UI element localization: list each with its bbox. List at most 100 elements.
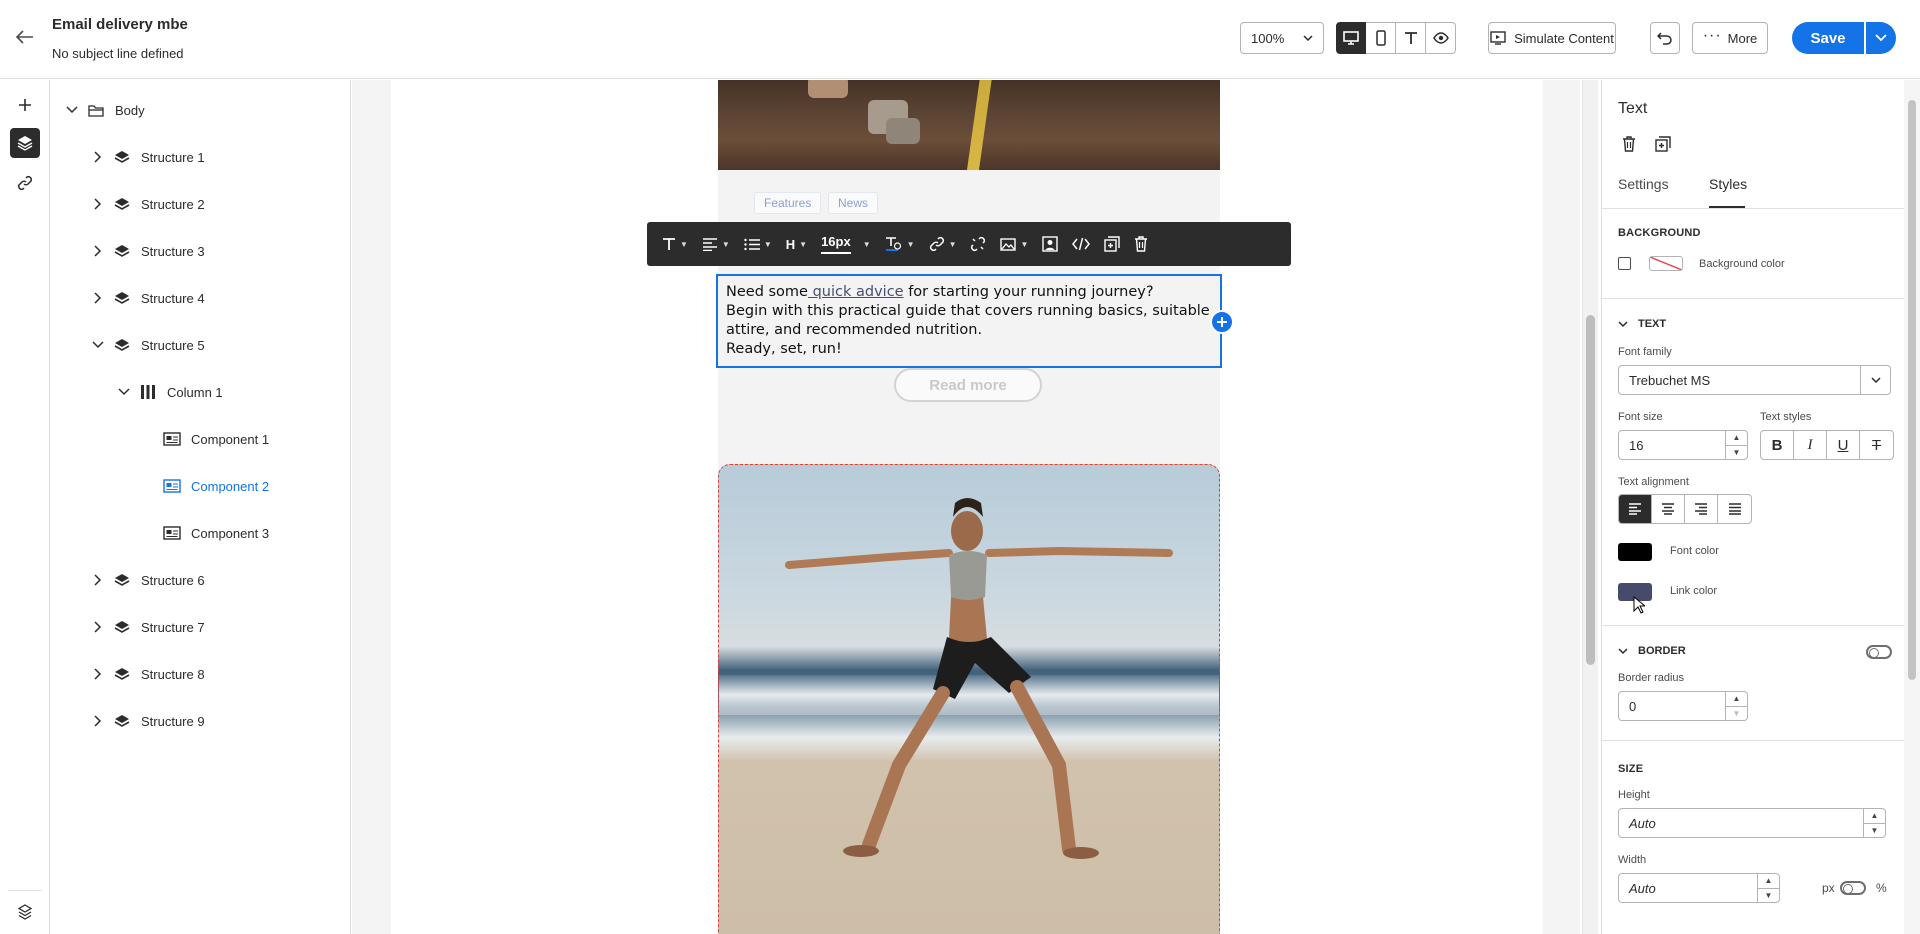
tree-item-column-1[interactable]: Column 1 — [117, 377, 223, 407]
increment-icon[interactable]: ▲ — [1726, 691, 1747, 707]
border-toggle[interactable] — [1866, 645, 1892, 659]
running-photo[interactable] — [718, 80, 1220, 170]
font-color-swatch[interactable] — [1618, 543, 1652, 561]
back-arrow-icon[interactable] — [14, 26, 36, 48]
simulate-content-button[interactable]: Simulate Content — [1488, 22, 1616, 54]
decrement-icon[interactable]: ▼ — [1726, 446, 1747, 461]
font-size-input[interactable]: 16 ▲ ▼ — [1618, 430, 1748, 460]
chevron-down-icon[interactable] — [1860, 366, 1890, 394]
background-checkbox[interactable] — [1618, 257, 1631, 270]
font-family-select[interactable]: Trebuchet MS — [1618, 365, 1891, 395]
tree-item-component-3[interactable]: Component 3 — [163, 518, 269, 548]
trash-icon[interactable] — [1618, 133, 1640, 155]
duplicate-icon[interactable] — [1652, 133, 1674, 155]
delete-button[interactable] — [1127, 229, 1155, 259]
align-right-icon[interactable] — [1685, 495, 1718, 523]
desktop-view-button[interactable] — [1336, 22, 1366, 54]
image-button[interactable]: ▼ — [993, 229, 1035, 259]
tree-item-structure-6[interactable]: Structure 6 — [91, 565, 205, 595]
bold-icon[interactable]: B — [1761, 431, 1794, 459]
selected-text-component[interactable]: Need some quick advice for starting your… — [716, 274, 1222, 368]
tree-item-structure-9[interactable]: Structure 9 — [91, 706, 205, 736]
text-view-button[interactable] — [1396, 22, 1426, 54]
personalize-button[interactable] — [1035, 229, 1065, 259]
canvas-scroll-thumb[interactable] — [1586, 315, 1595, 665]
add-icon[interactable] — [10, 90, 40, 120]
tree-item-structure-2[interactable]: Structure 2 — [91, 189, 205, 219]
tag-news[interactable]: News — [828, 192, 879, 214]
panel-scroll-thumb[interactable] — [1908, 100, 1916, 680]
tab-settings[interactable]: Settings — [1618, 176, 1669, 192]
quick-advice-link[interactable]: quick advice — [808, 284, 904, 300]
code-button[interactable] — [1065, 229, 1097, 259]
font-size-button[interactable]: 16px ▼ — [814, 229, 878, 259]
tree-item-component-1[interactable]: Component 1 — [163, 424, 269, 454]
chevron-right-icon[interactable] — [91, 714, 105, 728]
text-section-toggle[interactable]: TEXT — [1618, 318, 1666, 330]
link-button[interactable]: ▼ — [922, 229, 964, 259]
chevron-right-icon[interactable] — [91, 573, 105, 587]
increment-icon[interactable]: ▲ — [1726, 430, 1747, 446]
heading-button[interactable]: H ▼ — [779, 229, 814, 259]
mobile-view-button[interactable] — [1366, 22, 1396, 54]
align-justify-icon[interactable] — [1718, 495, 1751, 523]
layers-settings-icon[interactable] — [10, 897, 40, 927]
canvas-scrollbar[interactable] — [1582, 80, 1598, 934]
duplicate-button[interactable] — [1097, 229, 1127, 259]
width-input[interactable]: Auto ▲ ▼ — [1618, 873, 1780, 903]
layers-icon[interactable] — [10, 128, 40, 158]
decrement-icon[interactable]: ▼ — [1726, 707, 1747, 722]
undo-button[interactable] — [1650, 22, 1680, 54]
link-icon[interactable] — [10, 168, 40, 198]
chevron-right-icon[interactable] — [91, 197, 105, 211]
height-input[interactable]: Auto ▲ ▼ — [1618, 808, 1886, 838]
background-color-swatch[interactable] — [1649, 256, 1683, 271]
border-radius-stepper[interactable]: ▲ ▼ — [1725, 691, 1747, 721]
decrement-icon[interactable]: ▼ — [1758, 889, 1779, 904]
chevron-down-icon[interactable] — [65, 103, 79, 117]
list-button[interactable]: ▼ — [737, 229, 779, 259]
add-component-icon[interactable] — [1210, 310, 1234, 334]
more-button[interactable]: ··· More — [1692, 22, 1768, 54]
unlink-button[interactable] — [963, 229, 993, 259]
border-section-toggle[interactable]: BORDER — [1618, 645, 1686, 657]
zoom-select[interactable]: 100% — [1240, 22, 1324, 54]
read-more-button[interactable]: Read more — [894, 368, 1042, 402]
unit-toggle[interactable] — [1840, 881, 1866, 895]
chevron-right-icon[interactable] — [91, 291, 105, 305]
save-options-dropdown[interactable] — [1866, 22, 1896, 54]
tree-item-body[interactable]: Body — [65, 95, 145, 125]
tree-item-structure-5[interactable]: Structure 5 — [91, 330, 205, 360]
italic-icon[interactable]: I — [1794, 431, 1827, 459]
chevron-right-icon[interactable] — [91, 667, 105, 681]
tree-item-component-2[interactable]: Component 2 — [163, 471, 269, 501]
align-button[interactable]: ▼ — [695, 229, 737, 259]
tree-item-structure-3[interactable]: Structure 3 — [91, 236, 205, 266]
strikethrough-icon[interactable]: T — [1860, 431, 1893, 459]
increment-icon[interactable]: ▲ — [1758, 873, 1779, 889]
yoga-photo-component[interactable] — [718, 464, 1220, 934]
text-color-button[interactable]: ▼ — [878, 229, 922, 259]
chevron-down-icon[interactable] — [91, 338, 105, 352]
tree-item-structure-1[interactable]: Structure 1 — [91, 142, 205, 172]
width-stepper[interactable]: ▲ ▼ — [1757, 873, 1779, 903]
chevron-right-icon[interactable] — [91, 150, 105, 164]
chevron-right-icon[interactable] — [91, 244, 105, 258]
align-left-icon[interactable] — [1619, 495, 1652, 523]
panel-scrollbar[interactable] — [1904, 80, 1920, 934]
tree-item-structure-7[interactable]: Structure 7 — [91, 612, 205, 642]
tree-item-structure-4[interactable]: Structure 4 — [91, 283, 205, 313]
chevron-right-icon[interactable] — [91, 620, 105, 634]
tag-features[interactable]: Features — [754, 192, 822, 214]
height-stepper[interactable]: ▲ ▼ — [1863, 808, 1885, 838]
save-button[interactable]: Save — [1792, 22, 1864, 54]
chevron-down-icon[interactable] — [117, 385, 131, 399]
underline-icon[interactable]: U — [1827, 431, 1860, 459]
preview-button[interactable] — [1426, 22, 1456, 54]
tree-item-structure-8[interactable]: Structure 8 — [91, 659, 205, 689]
tab-styles[interactable]: Styles — [1709, 176, 1747, 192]
text-type-button[interactable]: ▼ — [655, 229, 695, 259]
increment-icon[interactable]: ▲ — [1864, 808, 1885, 824]
decrement-icon[interactable]: ▼ — [1864, 824, 1885, 839]
font-size-stepper[interactable]: ▲ ▼ — [1725, 430, 1747, 460]
